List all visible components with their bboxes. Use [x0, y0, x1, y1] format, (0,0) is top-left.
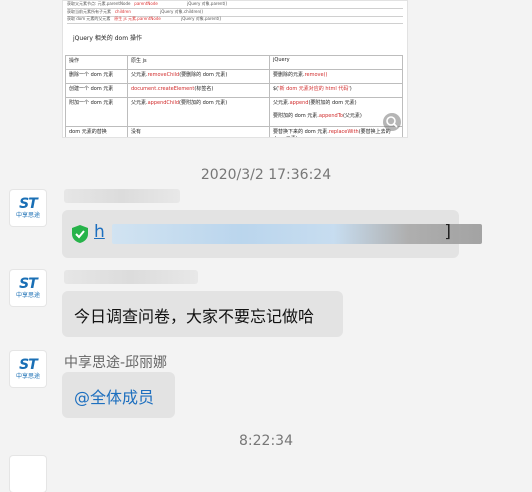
doc-table-row: 创建一个 dom 元素 document.createElement(标签名) … [65, 83, 403, 98]
doc-heading: jQuery 相关的 dom 操作 [73, 35, 142, 42]
blurred-sender-name [64, 189, 180, 203]
avatar[interactable] [10, 456, 46, 492]
avatar-logo: ST [19, 356, 38, 373]
doc-table-header: 操作 原生 js jQuery [65, 55, 403, 70]
magnify-icon[interactable] [383, 113, 401, 131]
embedded-document-image[interactable]: 获取父元素节点: 元素.parentNode parentNode jQuery… [62, 0, 408, 138]
doc-table-row: 附加一个 dom 元素 父元素.appendChild(要附加的 dom 元素)… [65, 97, 403, 127]
avatar[interactable]: ST 中享思途 [10, 190, 46, 226]
text-message-bubble[interactable]: 今日调查问卷，大家不要忘记做哈 [62, 291, 343, 337]
green-shield-check-icon [72, 225, 88, 243]
link-text[interactable]: h [94, 222, 105, 242]
avatar-sub: 中享思途 [15, 372, 40, 380]
avatar[interactable]: ST 中享思途 [10, 351, 46, 387]
blurred-link-region [112, 224, 482, 244]
avatar-sub: 中享思途 [15, 291, 40, 299]
link-text-tail: ] [444, 222, 451, 242]
doc-table: 操作 原生 js jQuery 删除一个 dom 元素 父元素.removeCh… [65, 55, 403, 137]
avatar-logo: ST [19, 195, 38, 212]
blurred-sender-name [64, 270, 198, 284]
avatar-sub: 中享思途 [15, 211, 40, 219]
link-message-bubble[interactable]: h ] [62, 210, 482, 258]
doc-table-row: 删除一个 dom 元素 父元素.removeChild(要删除的 dom 元素)… [65, 69, 403, 84]
doc-top-row: 获取 dom 元素的父元素 原生 js 元素.parentNode jQuery… [67, 16, 403, 24]
timestamp: 8:22:34 [239, 433, 293, 449]
doc-table-row: dom 元素的替换 没有 要替换下来的 dom 元素.replaceWith(要… [65, 126, 403, 137]
doc-top-rows: 获取父元素节点: 元素.parentNode parentNode jQuery… [63, 1, 407, 24]
doc-top-row: 获取父元素节点: 元素.parentNode parentNode jQuery… [67, 1, 403, 9]
avatar[interactable]: ST 中享思途 [10, 270, 46, 306]
avatar-logo: ST [19, 275, 38, 292]
sender-name[interactable]: 中享思途-邱丽娜 [64, 352, 167, 372]
mention-message-bubble[interactable]: @全体成员 [62, 372, 175, 418]
timestamp: 2020/3/2 17:36:24 [200, 167, 332, 183]
